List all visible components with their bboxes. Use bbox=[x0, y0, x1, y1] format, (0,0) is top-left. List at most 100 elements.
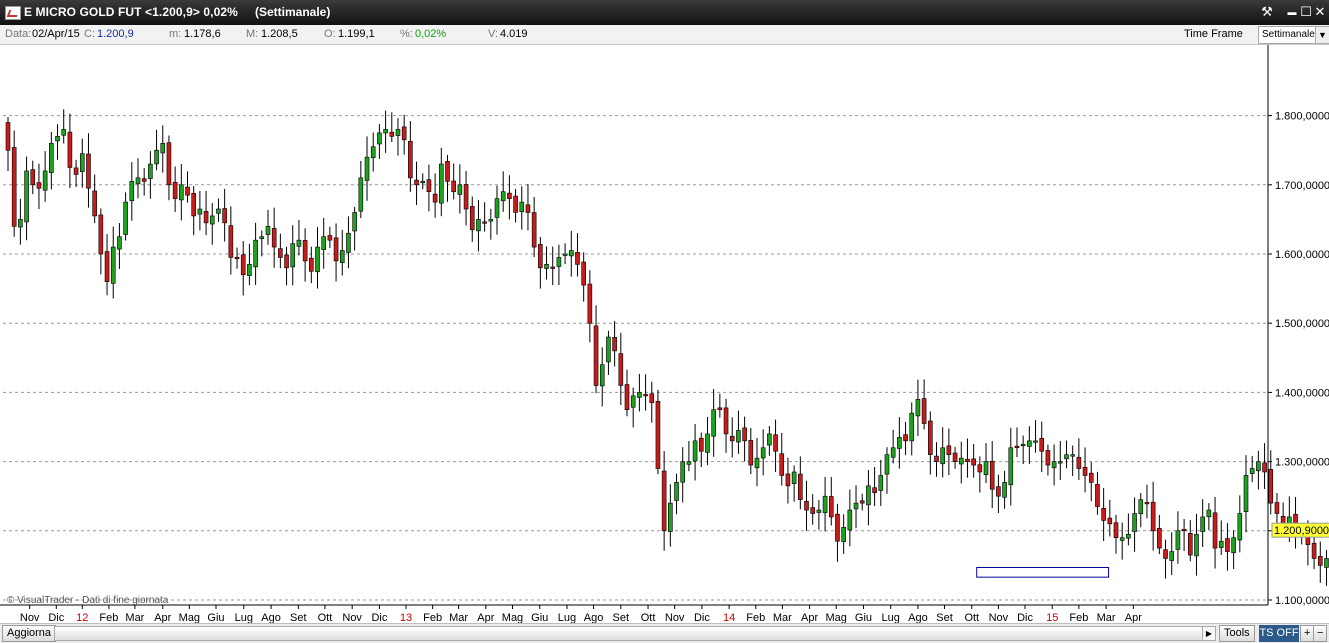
tools-button[interactable]: Tools bbox=[1219, 625, 1255, 642]
candle-body bbox=[414, 179, 419, 186]
candle bbox=[897, 417, 902, 469]
candle-body bbox=[1163, 549, 1168, 559]
candle-body bbox=[624, 384, 630, 411]
candle bbox=[364, 136, 370, 201]
candle bbox=[996, 474, 1001, 514]
candle-body bbox=[352, 212, 357, 232]
candle bbox=[1237, 495, 1243, 553]
candle bbox=[284, 246, 289, 286]
candle-body bbox=[488, 219, 494, 222]
candle bbox=[575, 233, 580, 277]
candle bbox=[222, 188, 227, 242]
candle-body bbox=[674, 482, 679, 501]
tools-icon[interactable]: ⚒ bbox=[1259, 4, 1275, 20]
candle bbox=[804, 480, 809, 531]
candle bbox=[754, 437, 760, 487]
candle-body bbox=[1126, 533, 1131, 539]
candle-body bbox=[1002, 482, 1007, 498]
candle bbox=[302, 228, 308, 282]
candle-body bbox=[1138, 499, 1144, 515]
candle-body bbox=[630, 395, 636, 408]
candle bbox=[736, 410, 741, 454]
candle-body bbox=[544, 264, 549, 269]
candle-body bbox=[618, 353, 624, 386]
candle bbox=[1144, 484, 1150, 519]
timeframe-select[interactable]: Settimanale ▼ bbox=[1258, 26, 1329, 44]
candle bbox=[965, 438, 970, 478]
candle bbox=[1157, 514, 1162, 555]
candle-body bbox=[1243, 475, 1249, 512]
candle-body bbox=[1206, 509, 1212, 518]
candle bbox=[426, 164, 432, 212]
candle-body bbox=[878, 475, 884, 491]
horizontal-scrollbar[interactable]: ▶ bbox=[54, 626, 1216, 641]
candle-body bbox=[525, 204, 531, 213]
candle bbox=[234, 247, 240, 269]
candle bbox=[538, 236, 543, 289]
candle bbox=[723, 398, 729, 453]
candle-body bbox=[798, 473, 803, 500]
candle-body bbox=[73, 167, 79, 175]
candle bbox=[247, 243, 252, 286]
candle-body bbox=[278, 248, 283, 258]
candle-body bbox=[952, 452, 958, 462]
candle bbox=[835, 503, 840, 562]
candle-body bbox=[692, 440, 698, 462]
candle-body bbox=[271, 228, 277, 248]
candle bbox=[327, 226, 333, 249]
candle bbox=[265, 209, 271, 245]
candle bbox=[1039, 421, 1045, 472]
scroll-right-icon[interactable]: ▶ bbox=[1202, 627, 1215, 640]
candle bbox=[519, 186, 525, 230]
candle-body bbox=[587, 283, 593, 324]
candle bbox=[1150, 481, 1156, 551]
zoom-out-button[interactable]: − bbox=[1313, 625, 1328, 642]
time-tick-label: Giu bbox=[207, 612, 224, 623]
candle-body bbox=[1218, 540, 1224, 548]
candle bbox=[1225, 523, 1230, 571]
candle bbox=[748, 427, 754, 475]
candle bbox=[568, 230, 574, 277]
candle bbox=[971, 444, 976, 478]
time-frame-button[interactable]: Time Frame bbox=[1184, 28, 1243, 40]
candle bbox=[290, 225, 296, 286]
refresh-button[interactable]: Aggiorna bbox=[2, 625, 57, 642]
candle bbox=[36, 163, 42, 209]
candle bbox=[154, 129, 159, 171]
candles-layer bbox=[5, 109, 1329, 586]
candle-body bbox=[321, 236, 326, 251]
candle-body bbox=[866, 485, 871, 506]
candle-body bbox=[1088, 472, 1094, 483]
candle bbox=[408, 121, 413, 192]
candle bbox=[500, 171, 506, 212]
candle-body bbox=[717, 407, 723, 411]
price-tick-label: 1.700,0000 bbox=[1275, 180, 1329, 192]
price-chart[interactable]: 1.800,0000 1.700,0000 1.600,0000 1.500,0000… bbox=[0, 45, 1329, 623]
candle bbox=[104, 234, 110, 296]
candle bbox=[581, 252, 586, 302]
candle-body bbox=[1144, 502, 1150, 505]
candle-body bbox=[1181, 528, 1187, 532]
candle bbox=[395, 118, 401, 156]
candle-body bbox=[1311, 542, 1317, 559]
time-tick-label: Set bbox=[613, 612, 630, 623]
time-tick-label: Ott bbox=[318, 612, 333, 623]
ts-off-button[interactable]: TS OFF bbox=[1259, 625, 1299, 642]
candle-body bbox=[736, 430, 741, 443]
candle-body bbox=[1194, 533, 1199, 557]
price-tick-label: 1.100,0000 bbox=[1275, 595, 1329, 607]
candle bbox=[791, 465, 797, 502]
candle bbox=[296, 220, 302, 256]
candle-body bbox=[5, 122, 11, 151]
candle bbox=[1132, 497, 1137, 552]
time-tick-label: Dic bbox=[694, 612, 710, 623]
candle-body bbox=[723, 407, 729, 435]
candle-body bbox=[928, 420, 933, 455]
candle bbox=[79, 138, 85, 188]
chevron-down-icon[interactable]: ▼ bbox=[1315, 27, 1329, 43]
close-icon[interactable]: ✕ bbox=[1312, 4, 1328, 20]
scrollbar-thumb[interactable] bbox=[55, 627, 1201, 640]
candle-body bbox=[1064, 454, 1069, 460]
candle bbox=[686, 440, 692, 472]
time-tick-label: Mag bbox=[502, 612, 523, 623]
